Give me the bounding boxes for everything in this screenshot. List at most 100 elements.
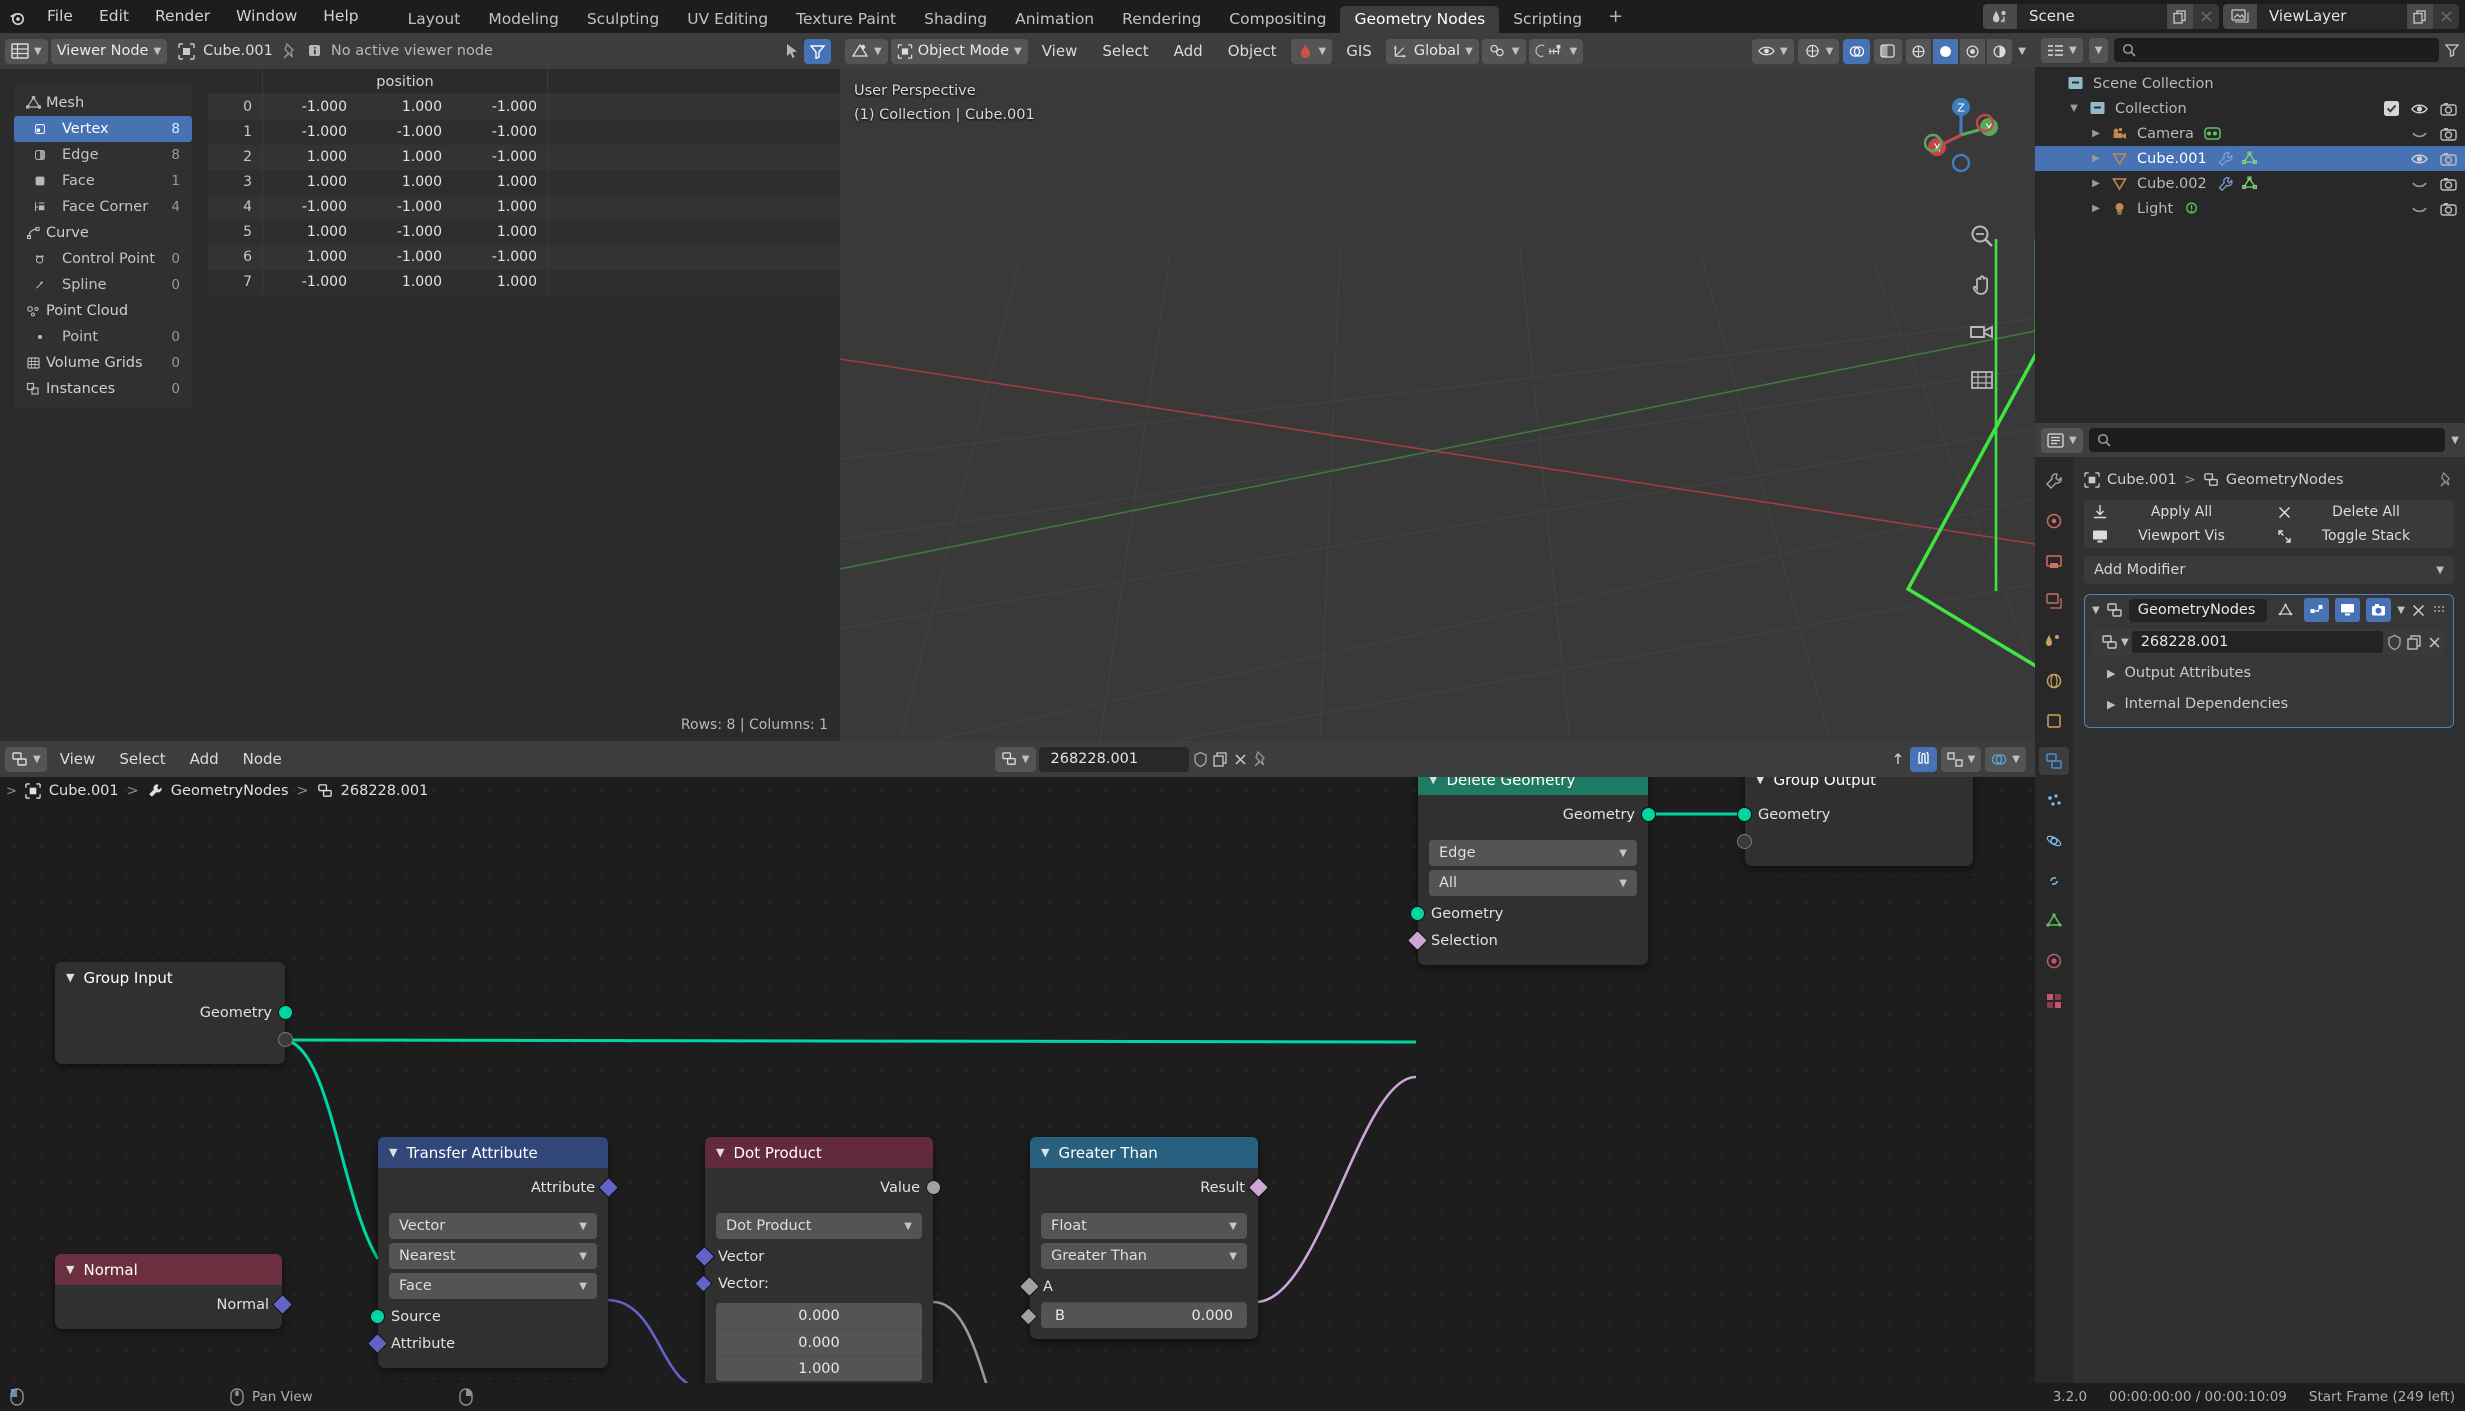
dataset-row-point-cloud[interactable]: Point Cloud [14,298,192,324]
cursor-icon[interactable] [784,43,800,59]
outliner-row-light[interactable]: ▶ Light [2035,196,2465,221]
node-normal-header[interactable]: ▼ Normal [55,1254,282,1285]
render-visibility-icon[interactable] [2440,152,2457,166]
node-group-input[interactable]: ▼ Group Input Geometry [55,962,293,1064]
filter-toggle-button[interactable] [804,38,831,64]
delete-geometry-mode-dropdown[interactable]: All ▼ [1429,870,1637,896]
node-group-input-header[interactable]: ▼ Group Input [55,962,285,993]
socket-row-value-out[interactable]: Value [705,1174,941,1201]
menu-file[interactable]: File [34,0,86,33]
viewport-menu-select[interactable]: Select [1091,40,1159,62]
outliner-row-camera[interactable]: ▶ Camera [2035,121,2465,146]
outliner-row-collection[interactable]: ▼ Collection [2035,96,2465,121]
gizmo-toggle[interactable]: ▼ [1797,38,1840,64]
outliner-row-cube-002[interactable]: ▶ Cube.002 [2035,171,2465,196]
node-canvas[interactable]: > Cube.001 > GeometryNodes > 268228.001 [0,777,2035,1398]
socket-row-normal-out[interactable]: Normal [55,1291,294,1318]
node-delete-geometry[interactable]: ▼ Delete Geometry Geometry Edge▼ All▼ [1406,777,1656,965]
socket-row-vector1-in[interactable]: Vector [693,1243,933,1270]
vector-y-field[interactable]: 0.000 [716,1329,922,1355]
socket-row-virtual-out[interactable] [55,1026,293,1053]
tab-physics[interactable] [2039,827,2069,855]
dataset-row-spline[interactable]: Spline 0 [14,272,192,298]
remove-scene-button[interactable] [2193,4,2219,29]
new-viewlayer-button[interactable] [2407,4,2433,29]
node-greater-than[interactable]: ▼ Greater Than Result Float ▼ Greater Tha… [1018,1137,1270,1339]
socket-go-geometry-in[interactable] [1737,807,1752,822]
snapping-selector[interactable]: ▼ [1481,38,1526,64]
tab-viewlayer[interactable] [2039,587,2069,615]
outliner-row-scene-collection[interactable]: Scene Collection [2035,71,2465,96]
socket-go-virtual-in[interactable] [1737,834,1752,849]
dataset-row-vertex[interactable]: Vertex 8 [14,116,192,142]
outliner-row-cube-001[interactable]: ▶ Cube.001 [2035,146,2465,171]
pin-icon[interactable] [1252,750,1269,768]
node-group-datablock-selector[interactable]: ▼ [994,746,1036,772]
shading-rendered-button[interactable] [1987,38,2013,64]
tab-tool[interactable] [2039,467,2069,495]
tab-constraints[interactable] [2039,867,2069,895]
workspace-tab-layout[interactable]: Layout [394,6,475,33]
tab-modifiers[interactable] [2039,747,2069,775]
socket-row-go-geometry-in[interactable]: Geometry [1737,801,1973,828]
duplicate-icon[interactable] [2406,634,2423,651]
pin-icon[interactable] [2438,472,2454,488]
delete-geometry-domain-dropdown[interactable]: Edge ▼ [1429,840,1637,866]
light-data-icon[interactable] [2183,201,2200,216]
node-group-name[interactable]: 268228.001 [2131,631,2383,653]
add-modifier-button[interactable]: Add Modifier ▼ [2084,556,2454,584]
workspace-tab-modeling[interactable]: Modeling [474,6,573,33]
tab-particles[interactable] [2039,787,2069,815]
node-group-output-header[interactable]: ▼ Group Output [1745,777,1973,795]
greater-than-operation-dropdown[interactable]: Greater Than ▼ [1041,1243,1247,1269]
node-overlays-toggle[interactable]: ▼ [1985,746,2026,772]
modifier-icon[interactable] [2217,176,2234,191]
render-visibility-icon[interactable] [2440,177,2457,191]
socket-row-a-in[interactable]: A [1018,1273,1258,1300]
eye-closed-icon[interactable] [2411,177,2428,191]
node-group-output[interactable]: ▼ Group Output Geometry [1737,777,1973,866]
vector-x-field[interactable]: 0.000 [716,1303,922,1329]
position-column-header[interactable]: position [263,69,548,94]
render-visibility-icon[interactable] [2440,202,2457,216]
disclosure-triangle-icon[interactable]: ▶ [2085,153,2107,164]
tab-render[interactable] [2039,507,2069,535]
new-scene-button[interactable] [2167,4,2193,29]
properties-search-input[interactable] [2088,428,2446,452]
greater-than-datatype-dropdown[interactable]: Float ▼ [1041,1213,1247,1239]
node-snap-toggle[interactable] [1909,746,1937,772]
snap-arrow-icon[interactable] [1890,751,1906,767]
editor-type-selector[interactable]: ▼ [5,38,48,64]
navigation-gizmo[interactable]: Z Y X [1915,89,2007,181]
blender-logo-icon[interactable] [0,0,34,33]
socket-row-source-in[interactable]: Source [370,1303,608,1330]
node-menu-view[interactable]: View [49,748,107,770]
tab-data[interactable] [2039,907,2069,935]
modifier-realtime-toggle[interactable] [2335,598,2361,622]
socket-dg-geometry-in[interactable] [1410,906,1425,921]
outliner-editor-type-selector[interactable]: ▼ [2041,37,2083,63]
camera-view-tool-icon[interactable] [1965,315,1999,349]
breadcrumb-modifier[interactable]: GeometryNodes [2226,472,2344,488]
socket-row-dg-geometry-in[interactable]: Geometry [1410,900,1648,927]
socket-row-vector2-in[interactable]: Vector: [694,1270,933,1297]
gre-b-field[interactable]: B 0.000 [1041,1302,1247,1328]
node-normal[interactable]: ▼ Normal Normal [55,1254,294,1329]
socket-row-attribute-in[interactable]: Attribute [366,1330,608,1357]
socket-row-go-virtual-in[interactable] [1737,828,1973,855]
output-attributes-section[interactable]: ▶ Output Attributes [2093,660,2445,686]
dataset-row-mesh[interactable]: Mesh [14,90,192,116]
scene-name[interactable]: Scene [2017,4,2167,29]
shading-mode-selector[interactable]: ▼ [1290,38,1333,64]
properties-options-chevron[interactable]: ▼ [2451,435,2459,446]
tab-object[interactable] [2039,707,2069,735]
eye-open-icon[interactable] [2411,152,2428,166]
dataset-row-edge[interactable]: Edge 8 [14,142,192,168]
dataset-row-control-point[interactable]: Control Point 0 [14,246,192,272]
shield-fake-user-icon[interactable] [2386,634,2403,651]
socket-geometry-out[interactable] [278,1005,293,1020]
modifier-render-toggle[interactable] [2366,598,2392,622]
overlays-toggle[interactable] [1843,38,1871,64]
add-workspace-button[interactable]: + [1596,0,1635,33]
dataset-row-face[interactable]: Face 1 [14,168,192,194]
